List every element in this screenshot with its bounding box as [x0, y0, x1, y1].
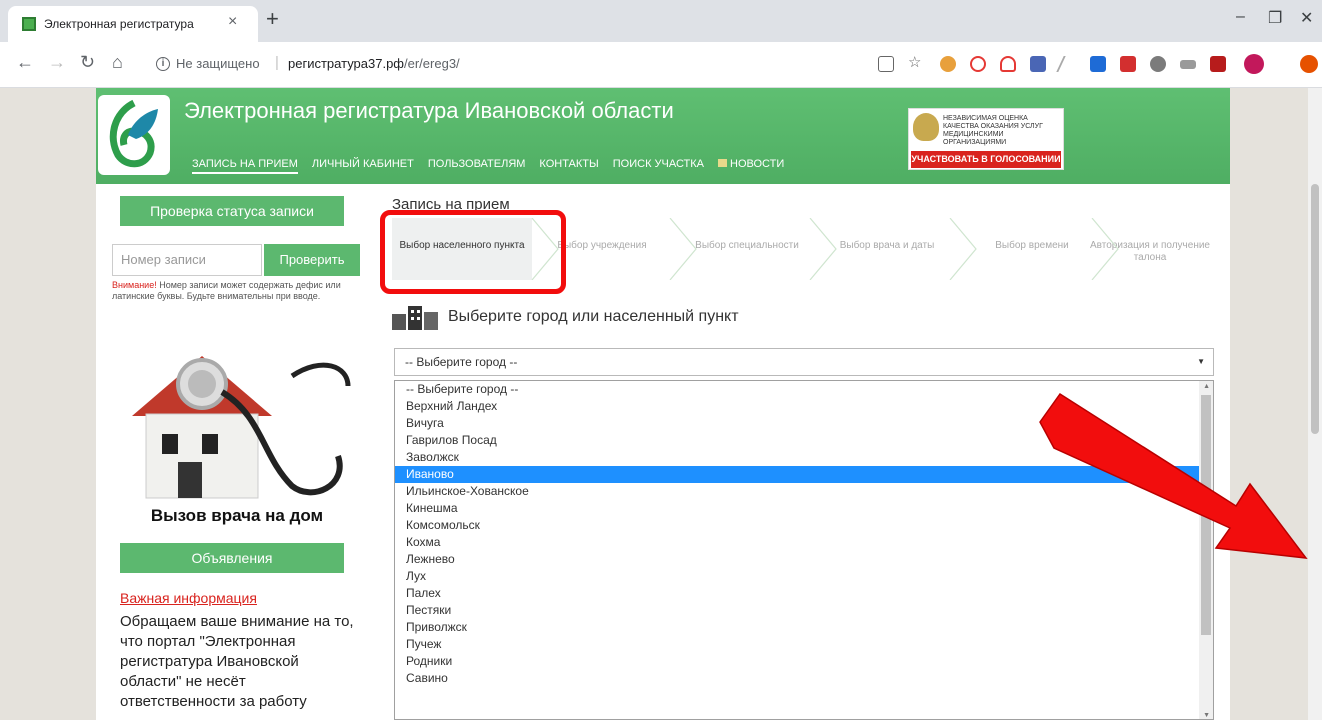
forward-button[interactable]: →: [48, 52, 66, 73]
record-warning: Внимание! Номер записи может содержать д…: [112, 280, 341, 301]
ads-heading: Объявления: [120, 543, 344, 573]
city-select[interactable]: -- Выберите город -- ▼: [394, 348, 1214, 376]
vote-button[interactable]: УЧАСТВОВАТЬ В ГОЛОСОВАНИИ: [911, 151, 1061, 168]
city-option[interactable]: Палех: [395, 585, 1213, 602]
scroll-down-icon[interactable]: ▼: [1203, 712, 1210, 719]
extension-4-icon[interactable]: [1030, 56, 1046, 72]
browser-toolbar: ← → ↻ ⌂ i Не защищено | регистратура37.р…: [0, 42, 1322, 88]
extension-3-icon[interactable]: [1000, 56, 1016, 72]
nav-find-district[interactable]: ПОИСК УЧАСТКА: [613, 158, 704, 174]
site-logo[interactable]: [98, 95, 170, 175]
calendar-icon: [718, 159, 727, 167]
minimize-button[interactable]: –: [1236, 8, 1245, 26]
ad-text: Обращаем ваше внимание на то, что портал…: [120, 613, 354, 710]
browser-tab[interactable]: Электронная регистратура ×: [8, 6, 258, 42]
vote-text: НЕЗАВИСИМАЯ ОЦЕНКА КАЧЕСТВА ОКАЗАНИЯ УСЛ…: [943, 115, 1043, 146]
content-area: Проверка статуса записи Номер записи Про…: [96, 184, 1308, 720]
city-option[interactable]: Пучеж: [395, 636, 1213, 653]
chevron-down-icon: ▼: [1197, 357, 1205, 366]
extension-1-icon[interactable]: [940, 56, 956, 72]
check-button[interactable]: Проверить: [264, 244, 360, 276]
nav-appointment[interactable]: ЗАПИСЬ НА ПРИЕМ: [192, 158, 298, 174]
extension-8-icon[interactable]: [1180, 60, 1196, 69]
house-stethoscope-icon: [132, 356, 351, 499]
extension-6-icon[interactable]: [1090, 56, 1106, 72]
red-arrow-annotation: [1039, 392, 1308, 559]
home-button[interactable]: ⌂: [112, 52, 123, 73]
status-heading: Проверка статуса записи: [120, 196, 344, 226]
leaf-logo-icon: [109, 99, 158, 168]
site-nav: ЗАПИСЬ НА ПРИЕМ ЛИЧНЫЙ КАБИНЕТ ПОЛЬЗОВАТ…: [192, 158, 812, 174]
cast-icon[interactable]: [878, 56, 894, 72]
record-number-input[interactable]: Номер записи: [112, 244, 262, 276]
nav-news[interactable]: НОВОСТИ: [718, 158, 798, 174]
info-icon[interactable]: i: [156, 57, 170, 71]
address-bar[interactable]: i Не защищено | регистратура37.рф/er/ere…: [150, 50, 870, 80]
scroll-up-icon[interactable]: ▲: [1203, 383, 1210, 390]
update-icon[interactable]: [1300, 55, 1318, 73]
city-option[interactable]: Родники: [395, 653, 1213, 670]
important-info-link[interactable]: Важная информация: [120, 590, 257, 606]
restore-button[interactable]: ❐: [1268, 8, 1282, 28]
vote-banner[interactable]: НЕЗАВИСИМАЯ ОЦЕНКА КАЧЕСТВА ОКАЗАНИЯ УСЛ…: [908, 108, 1064, 170]
security-label: Не защищено: [176, 56, 260, 71]
tab-title: Электронная регистратура: [44, 17, 194, 31]
site-favicon-icon: [22, 17, 36, 31]
url-divider: |: [275, 54, 279, 71]
close-window-button[interactable]: ✕: [1300, 8, 1313, 28]
nav-users[interactable]: ПОЛЬЗОВАТЕЛЯМ: [428, 158, 526, 174]
section-title: Выберите город или населенный пункт: [448, 308, 739, 325]
url-text[interactable]: регистратура37.рф/er/ereg3/: [288, 56, 460, 71]
city-option[interactable]: Лух: [395, 568, 1213, 585]
tab-close-icon[interactable]: ×: [228, 13, 237, 31]
site-title: Электронная регистратура Ивановской обла…: [184, 98, 674, 123]
extension-7-icon[interactable]: [1150, 56, 1166, 72]
city-option[interactable]: Приволжск: [395, 619, 1213, 636]
home-visit-caption[interactable]: Вызов врача на дом: [112, 506, 362, 526]
city-option[interactable]: Пестяки: [395, 602, 1213, 619]
nav-cabinet[interactable]: ЛИЧНЫЙ КАБИНЕТ: [312, 158, 414, 174]
emblem-icon: [913, 113, 939, 141]
nav-contacts[interactable]: КОНТАКТЫ: [539, 158, 598, 174]
city-select-value: -- Выберите город --: [405, 355, 518, 369]
back-button[interactable]: ←: [16, 52, 34, 73]
pdf-extension-icon[interactable]: [1120, 56, 1136, 72]
highlight-annotation: [380, 210, 566, 294]
new-tab-button[interactable]: +: [266, 6, 279, 32]
reload-button[interactable]: ↻: [80, 52, 95, 73]
extension-5-icon[interactable]: [1056, 56, 1080, 72]
extension-9-icon[interactable]: [1210, 56, 1226, 72]
browser-tab-bar: Электронная регистратура × + – ❐ ✕: [0, 0, 1322, 42]
site-header: Электронная регистратура Ивановской обла…: [96, 88, 1230, 184]
extension-2-icon[interactable]: [970, 56, 986, 72]
profile-avatar[interactable]: [1244, 54, 1264, 74]
city-option[interactable]: Савино: [395, 670, 1213, 687]
city-buildings-icon: [392, 306, 438, 330]
bookmark-star-icon[interactable]: ☆: [908, 53, 924, 71]
